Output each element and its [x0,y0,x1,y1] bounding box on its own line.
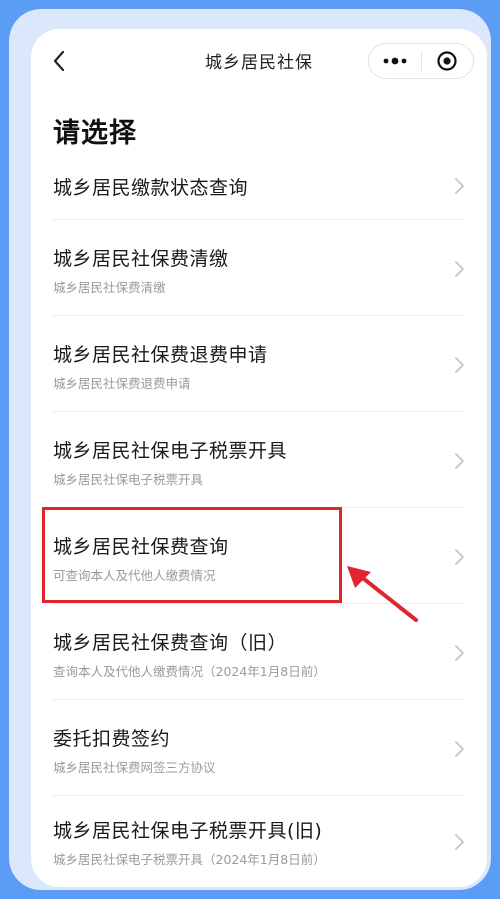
highlight-box [42,507,342,603]
list-item-deduction-agreement[interactable]: 委托扣费签约 城乡居民社保费网签三方协议 [53,700,464,795]
list-item-subtitle: 城乡居民社保费退费申请 [53,376,191,391]
chevron-right-icon [455,549,464,565]
list-item-subtitle: 城乡居民社保电子税票开具 [53,472,204,487]
list-item-subtitle: 查询本人及代他人缴费情况（2024年1月8日前） [53,664,326,679]
list-item-clearance[interactable]: 城乡居民社保费清缴 城乡居民社保费清缴 [53,220,464,315]
mini-program-screen: 城乡居民社保 请选择 城乡居民缴款状态查询 城乡居民社保费清缴 城乡居民社保费清… [31,29,487,887]
list-item-title: 城乡居民缴款状态查询 [53,177,249,199]
option-list: 城乡居民缴款状态查询 城乡居民社保费清缴 城乡居民社保费清缴 城乡居民社保费退费… [31,29,487,887]
chevron-right-icon [455,834,464,850]
chevron-right-icon [455,741,464,757]
list-item-refund[interactable]: 城乡居民社保费退费申请 城乡居民社保费退费申请 [53,316,464,411]
list-item-payment-status[interactable]: 城乡居民缴款状态查询 [53,165,464,225]
list-item-e-tax-receipt-old[interactable]: 城乡居民社保电子税票开具(旧) 城乡居民社保电子税票开具（2024年1月8日前） [53,796,464,887]
list-item-title: 城乡居民社保费查询（旧） [53,632,288,654]
list-item-title: 委托扣费签约 [53,728,171,750]
phone-frame: 城乡居民社保 请选择 城乡居民缴款状态查询 城乡居民社保费清缴 城乡居民社保费清… [9,9,491,890]
list-item-subtitle: 城乡居民社保费网签三方协议 [53,760,216,775]
list-item-title: 城乡居民社保电子税票开具(旧) [53,820,323,842]
list-item-subtitle: 城乡居民社保费清缴 [53,280,166,295]
list-item-e-tax-receipt[interactable]: 城乡居民社保电子税票开具 城乡居民社保电子税票开具 [53,412,464,507]
list-item-title: 城乡居民社保费清缴 [53,248,229,270]
chevron-right-icon [455,261,464,277]
chevron-right-icon [455,645,464,661]
chevron-right-icon [455,453,464,469]
list-item-title: 城乡居民社保费退费申请 [53,344,268,366]
chevron-right-icon [455,357,464,373]
list-item-subtitle: 城乡居民社保电子税票开具（2024年1月8日前） [53,852,326,867]
list-item-title: 城乡居民社保电子税票开具 [53,440,288,462]
chevron-right-icon [455,178,464,194]
red-arrow-icon [347,566,418,622]
